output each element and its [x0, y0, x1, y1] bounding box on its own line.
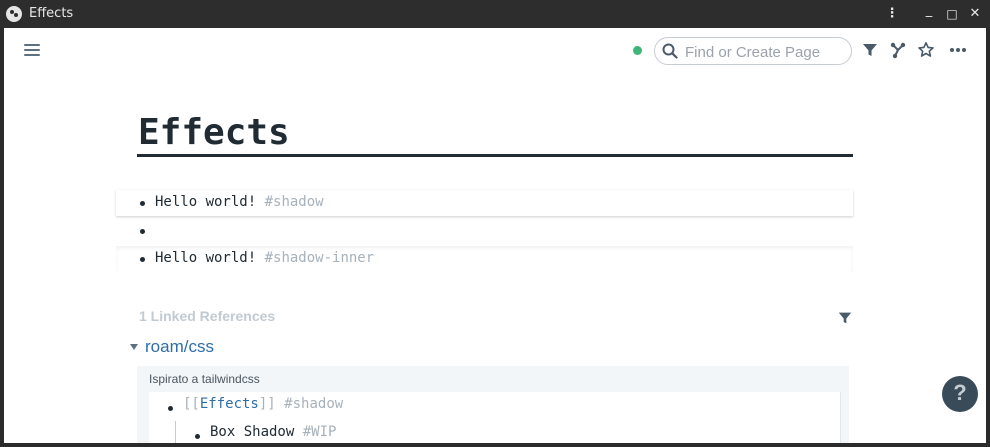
tag-link[interactable]: #shadow-inner — [265, 250, 375, 266]
star-icon[interactable] — [917, 41, 935, 59]
filter-icon[interactable] — [861, 41, 879, 59]
more-icon[interactable] — [949, 41, 967, 59]
block-empty[interactable] — [116, 218, 853, 244]
ref-block-text[interactable]: Box Shadow #WIP — [210, 424, 336, 440]
title-underline — [137, 154, 853, 157]
thread-line — [175, 421, 176, 443]
close-button[interactable]: ✕ — [967, 3, 983, 25]
block-bullet[interactable] — [195, 434, 200, 439]
tag-link[interactable]: #shadow — [265, 194, 324, 210]
ref-block-text[interactable]: [[Effects]] #shadow — [183, 396, 343, 412]
search-box[interactable] — [654, 37, 852, 65]
page-reference-link[interactable]: Effects — [200, 396, 259, 412]
block-bullet[interactable] — [168, 406, 173, 411]
collapse-caret-icon[interactable] — [130, 344, 138, 350]
title-bar: Effects ⋮ _ □ ✕ — [0, 0, 990, 28]
reference-page-link[interactable]: roam/css — [145, 337, 214, 357]
tag-link[interactable]: #shadow — [284, 396, 343, 412]
block-shadow-inner[interactable]: Hello world! #shadow-inner — [116, 246, 853, 272]
block-bullet[interactable] — [140, 229, 145, 234]
page-title[interactable]: Effects — [138, 112, 290, 153]
block-text[interactable]: Hello world! #shadow-inner — [155, 250, 374, 266]
linked-references-title: 1 Linked References — [139, 308, 276, 324]
block-bullet[interactable] — [140, 257, 145, 262]
app-window: Effects Hello world! #shadow Hello world… — [4, 28, 986, 443]
block-bullet[interactable] — [140, 201, 145, 206]
sync-status-indicator — [633, 46, 642, 55]
reference-blocks: [[Effects]] #shadow Box Shadow #WIP — [149, 392, 841, 443]
search-icon — [662, 43, 678, 59]
reference-group: Ispirato a tailwindcss [[Effects]] #shad… — [137, 366, 849, 443]
help-icon: ? — [953, 380, 967, 405]
divider — [840, 392, 841, 443]
tag-link[interactable]: #WIP — [303, 424, 337, 440]
app-logo-icon — [6, 6, 22, 22]
minimize-button[interactable]: _ — [921, 0, 937, 22]
filter-icon[interactable] — [837, 310, 853, 326]
window-menu-button[interactable]: ⋮ — [884, 3, 900, 25]
block-shadow[interactable]: Hello world! #shadow — [116, 190, 853, 216]
breadcrumb[interactable]: Ispirato a tailwindcss — [149, 372, 260, 386]
search-input[interactable] — [683, 41, 847, 63]
maximize-button[interactable]: □ — [944, 3, 960, 25]
menu-icon[interactable] — [24, 43, 40, 57]
window-title: Effects — [29, 6, 74, 21]
help-button[interactable]: ? — [942, 376, 978, 412]
graph-icon[interactable] — [889, 41, 907, 59]
block-text[interactable]: Hello world! #shadow — [155, 194, 324, 210]
